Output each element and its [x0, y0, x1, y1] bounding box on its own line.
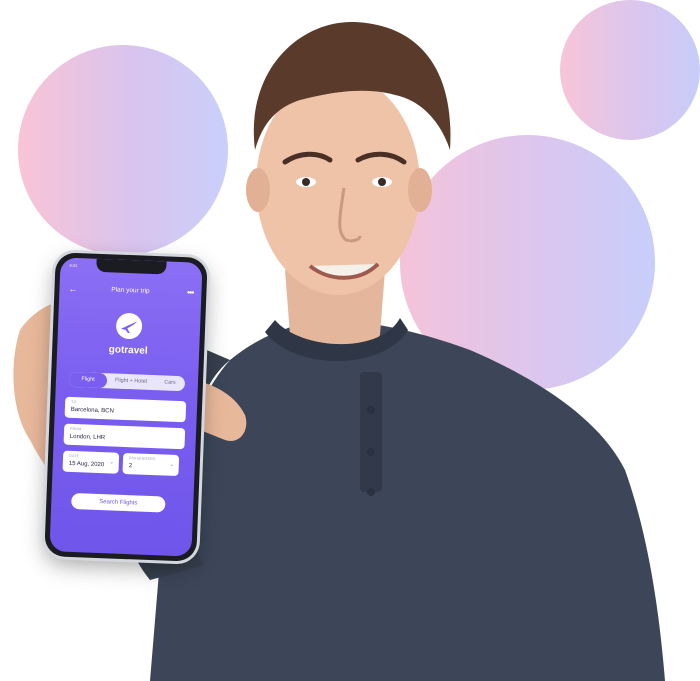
- app-screen: 9:41 ← Plan your trip ••• gotravel Fligh…: [49, 257, 203, 557]
- brand-name: gotravel: [108, 344, 148, 357]
- passengers-field[interactable]: PASSENGERS 2 ⌄: [122, 452, 180, 477]
- tab-flight-hotel[interactable]: Flight + Hotel: [109, 373, 154, 390]
- trip-type-tabs: Flight Flight + Hotel Cars: [68, 371, 186, 392]
- more-dots-icon[interactable]: •••: [187, 287, 194, 297]
- passengers-field-label: PASSENGERS: [128, 456, 156, 462]
- to-field[interactable]: TO Barcelona, BCN: [64, 396, 187, 423]
- hero-scene: 9:41 ← Plan your trip ••• gotravel Fligh…: [0, 0, 700, 681]
- shirt: [150, 320, 665, 681]
- from-field-value: London, LHR: [69, 433, 106, 442]
- date-field[interactable]: DATE 15 Aug, 2020 ⌄: [62, 450, 120, 474]
- phone-notch: [96, 258, 167, 275]
- page-title: Plan your trip: [111, 286, 150, 295]
- to-field-label: TO: [71, 399, 77, 405]
- tab-flight[interactable]: Flight: [68, 371, 108, 389]
- to-field-value: Barcelona, BCN: [70, 406, 114, 415]
- chevron-down-icon: ⌄: [109, 459, 114, 466]
- passengers-field-value: 2: [128, 463, 133, 470]
- from-field-label: FROM: [70, 426, 82, 432]
- date-field-label: DATE: [69, 453, 80, 459]
- airplane-icon: [116, 313, 143, 340]
- date-field-value: 15 Aug, 2020: [68, 460, 105, 469]
- from-field[interactable]: FROM London, LHR: [63, 423, 186, 450]
- tab-cars[interactable]: Cars: [155, 375, 186, 391]
- status-time: 9:41: [69, 262, 78, 269]
- search-flights-button[interactable]: Search Flights: [71, 492, 166, 513]
- chevron-down-icon: ⌄: [169, 461, 174, 468]
- phone-mockup: 9:41 ← Plan your trip ••• gotravel Fligh…: [44, 252, 208, 562]
